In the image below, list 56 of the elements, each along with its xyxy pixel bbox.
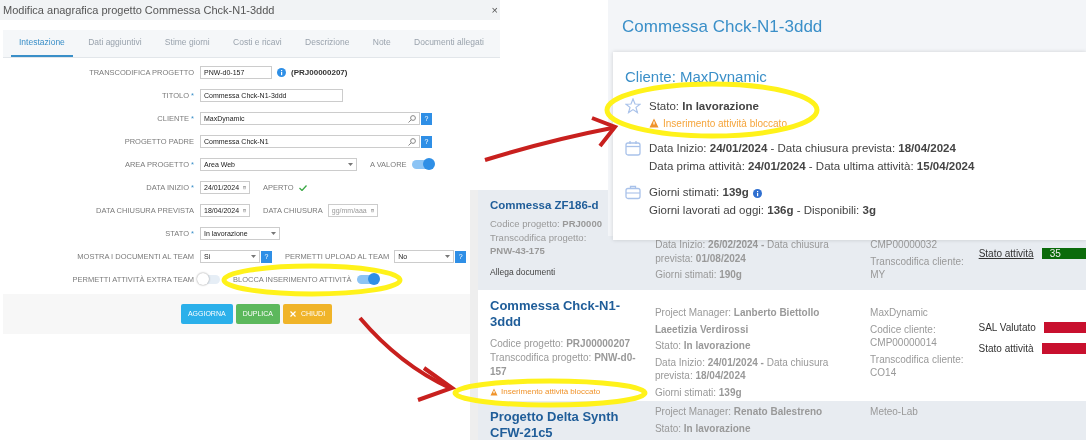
project-heading: Commessa Chck-N1-3ddd: [622, 16, 824, 38]
summary-detail: Giorni stimati: 139g: [649, 185, 749, 201]
project-detail: Giorni stimati: 190g: [655, 268, 743, 282]
dialog-title: Modifica anagrafica progetto Commessa Chck-N1-3ddd: [3, 2, 275, 18]
project-detail: Transcodifica cliente: CO14: [870, 352, 965, 380]
search-icon: [408, 114, 416, 123]
project-detail: Codice progetto: PRJ00000207: [490, 336, 632, 350]
calendar-icon: [625, 139, 641, 156]
project-detail: Project Manager: Lanberto Biettollo: [654, 306, 821, 320]
status-label: SAL Valutato: [978, 321, 1036, 335]
warning-icon: [649, 118, 659, 129]
project-title[interactable]: Progetto Delta Synth CFW-21c5: [490, 409, 638, 440]
attach-link[interactable]: Allega documenti: [490, 265, 604, 279]
project-detail: Giorni stimati: 139g: [654, 385, 743, 399]
caret-icon: [445, 255, 451, 259]
star-icon: [625, 98, 641, 114]
summary-detail: Stato: In lavorazione: [649, 99, 759, 114]
project-detail: Transcodifica cliente: MY: [870, 254, 965, 282]
status-bar: 35: [1041, 248, 1086, 259]
caret-icon: [271, 232, 276, 236]
close-button[interactable]: ×: [491, 4, 498, 16]
tab[interactable]: Intestazione: [11, 30, 73, 57]
warning-text: Inserimento attività bloccato: [663, 116, 787, 131]
project-detail: Codice progetto: PRJ0000: [490, 218, 603, 232]
check-icon: [298, 184, 307, 191]
project-detail: Laeetizia Verdirossi: [654, 322, 750, 336]
briefcase-icon: [625, 184, 641, 201]
toggle-switch[interactable]: [200, 275, 220, 285]
summary-detail: Data prima attività: 24/01/2024 - Data ultima attività: 15/04/2024: [649, 158, 975, 174]
caret-icon: [348, 163, 353, 167]
summary-detail: Giorni lavorati ad oggi: 136g - Disponibili: 3g: [649, 203, 876, 219]
project-title[interactable]: Commessa Chck-N1-3ddd: [490, 298, 638, 331]
project-code: (PRJ00000207): [291, 66, 348, 79]
project-detail: Stato: In lavorazione: [654, 339, 752, 353]
project-detail: Transcodifica progetto: PNW-d0-157: [490, 351, 637, 378]
summary-detail: Data Inizio: 24/01/2024 - Data chiusura prevista: 18/04/2024: [649, 140, 956, 156]
project-detail: Codice cliente: CMP00000014: [870, 322, 938, 350]
status-link[interactable]: Stato attività: [978, 246, 1034, 261]
toggle-switch[interactable]: [411, 160, 432, 170]
caret-icon: [251, 255, 256, 259]
toggle-switch[interactable]: [356, 275, 377, 285]
project-detail: Project Manager: Renato Balestreno: [654, 405, 824, 419]
project-detail: Transcodifica progetto: PNW-43-175: [490, 232, 588, 258]
project-detail: Stato: In lavorazione: [654, 421, 752, 435]
project-detail: Data Inizio: 24/01/2024 - Data chiusura prevista: 18/04/2024: [654, 355, 830, 383]
project-detail: Meteo-Lab: [870, 405, 919, 419]
project-detail: MaxDynamic: [870, 306, 929, 320]
client-heading: Cliente: MaxDynamic: [625, 66, 768, 87]
warning-icon: [490, 388, 498, 396]
status-label: Stato attività: [978, 342, 1034, 356]
project-detail: Data Inizio: 26/02/2024 - Data chiusura prevista: 01/08/2024: [655, 238, 830, 265]
project-detail: CMP00000032: [870, 238, 938, 252]
project-title[interactable]: Commessa ZF186-d: [490, 198, 604, 213]
info-icon: [277, 68, 286, 78]
warning-text: Inserimento attività bloccato: [501, 386, 601, 398]
search-icon: [408, 137, 416, 146]
